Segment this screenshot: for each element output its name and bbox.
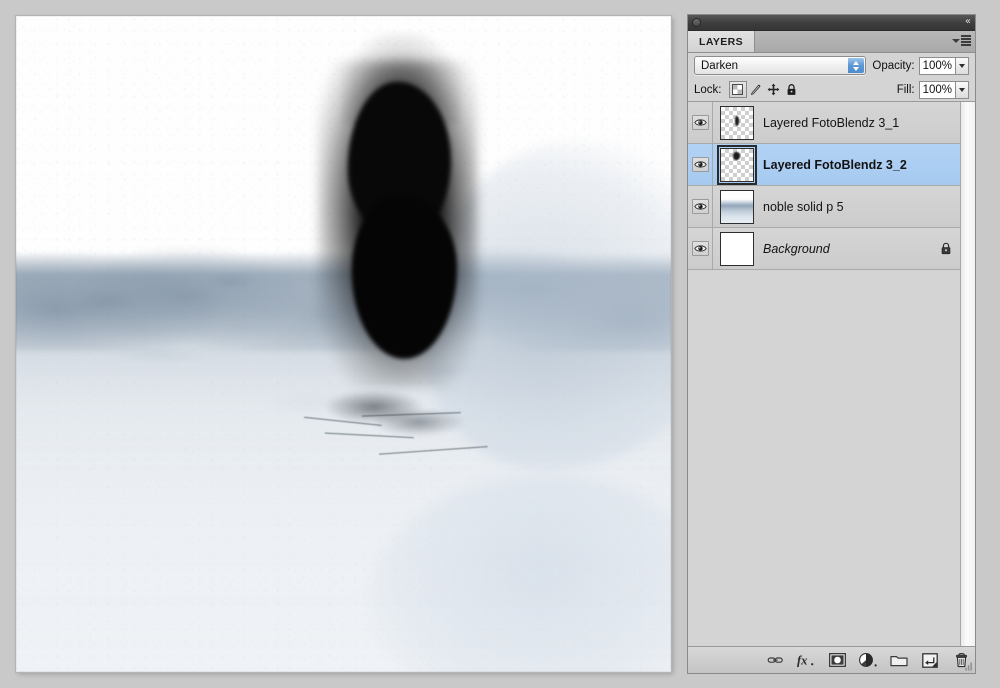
- eye-icon[interactable]: [691, 199, 709, 214]
- add-layer-mask-button[interactable]: [827, 650, 847, 670]
- layer-thumbnail-cell[interactable]: [713, 231, 760, 266]
- blend-mode-value: Darken: [701, 59, 739, 72]
- layers-panel[interactable]: « LAYERS Darken Opacity: 100% Lock: Fill…: [687, 14, 976, 674]
- panel-resize-grip-icon[interactable]: [962, 661, 973, 672]
- eye-icon[interactable]: [691, 115, 709, 130]
- link-layers-button[interactable]: [765, 650, 785, 670]
- tab-layers-label: LAYERS: [699, 35, 744, 48]
- table-row[interactable]: noble solid p 5: [688, 186, 960, 228]
- layer-thumbnail-cell[interactable]: [713, 189, 760, 224]
- panel-tab-row[interactable]: LAYERS: [688, 31, 975, 53]
- new-adjustment-layer-button[interactable]: [858, 650, 878, 670]
- chevron-down-icon: [959, 63, 965, 68]
- blend-mode-stepper-icon[interactable]: [848, 58, 865, 73]
- table-row[interactable]: Layered FotoBlendz 3_2: [688, 144, 960, 186]
- tab-layers[interactable]: LAYERS: [688, 31, 756, 52]
- lock-all-icon[interactable]: [783, 81, 801, 98]
- blend-opacity-row: Darken Opacity: 100%: [688, 53, 975, 78]
- layer-locked-icon: [934, 242, 952, 255]
- fill-input[interactable]: 100%: [918, 80, 955, 99]
- opacity-label: Opacity:: [872, 59, 915, 72]
- layer-visibility-cell[interactable]: [688, 144, 713, 185]
- fill-control[interactable]: 100%: [918, 80, 969, 99]
- layer-thumbnail-cell[interactable]: [713, 144, 760, 185]
- lock-image-pixels-icon[interactable]: [747, 81, 765, 98]
- collapse-panel-icon[interactable]: «: [965, 17, 971, 27]
- layer-name: Background: [763, 241, 830, 256]
- layer-name: Layered FotoBlendz 3_1: [763, 115, 900, 130]
- lock-buttons-group[interactable]: [728, 81, 801, 98]
- layer-name-cell[interactable]: noble solid p 5: [760, 200, 960, 214]
- layer-thumbnail[interactable]: [719, 105, 754, 140]
- fill-label: Fill:: [896, 83, 915, 96]
- layer-visibility-cell[interactable]: [688, 228, 713, 269]
- document-canvas-window[interactable]: [16, 16, 671, 672]
- svg-text:fx: fx: [797, 654, 807, 668]
- thumbnail-ink-blot: [734, 116, 739, 126]
- eye-icon[interactable]: [691, 157, 709, 172]
- chevron-down-icon: [853, 66, 860, 71]
- panel-titlebar[interactable]: «: [688, 15, 975, 31]
- layer-thumbnail[interactable]: [719, 231, 754, 266]
- layer-list-wrapper: Layered FotoBlendz 3_1 Layered FotoBlend…: [688, 101, 975, 646]
- panel-menu-icon[interactable]: [952, 35, 971, 46]
- artwork-image: [16, 16, 671, 672]
- menu-lines-icon: [961, 35, 971, 46]
- new-group-button[interactable]: [889, 650, 909, 670]
- table-row[interactable]: Layered FotoBlendz 3_1: [688, 102, 960, 144]
- table-row[interactable]: Background: [688, 228, 960, 270]
- layer-thumbnail[interactable]: [716, 144, 757, 185]
- layer-style-button[interactable]: fx: [796, 650, 816, 670]
- ink-blot: [304, 32, 488, 458]
- new-layer-button[interactable]: [920, 650, 940, 670]
- layer-thumbnail-cell[interactable]: [713, 105, 760, 140]
- thumbnail-watercolor: [720, 190, 753, 223]
- eye-icon[interactable]: [691, 241, 709, 256]
- layer-visibility-cell[interactable]: [688, 186, 713, 227]
- opacity-control[interactable]: 100%: [918, 56, 969, 75]
- layer-visibility-cell[interactable]: [688, 102, 713, 143]
- layer-list[interactable]: Layered FotoBlendz 3_1 Layered FotoBlend…: [688, 102, 960, 646]
- opacity-input[interactable]: 100%: [918, 56, 955, 75]
- chevron-down-icon: [959, 87, 965, 92]
- chevron-up-icon: [853, 60, 860, 65]
- layer-name: noble solid p 5: [763, 199, 844, 214]
- lock-position-icon[interactable]: [765, 81, 783, 98]
- chevron-down-icon: [952, 38, 960, 43]
- fill-stepper[interactable]: [955, 80, 969, 99]
- layer-thumbnail[interactable]: [719, 189, 754, 224]
- layer-list-empty-area[interactable]: [688, 270, 960, 646]
- layer-name: Layered FotoBlendz 3_2: [763, 157, 907, 172]
- panel-grip-dot-icon[interactable]: [692, 18, 701, 27]
- thumbnail-ink-blot: [733, 151, 740, 160]
- opacity-stepper[interactable]: [955, 56, 969, 75]
- layer-name-cell[interactable]: Background: [760, 242, 960, 256]
- layer-list-scrollbar[interactable]: [960, 102, 975, 646]
- blend-mode-select[interactable]: Darken: [694, 56, 867, 75]
- layer-name-cell[interactable]: Layered FotoBlendz 3_2: [760, 158, 960, 172]
- lock-label: Lock:: [694, 83, 722, 96]
- layer-name-cell[interactable]: Layered FotoBlendz 3_1: [760, 116, 960, 130]
- lock-transparent-pixels-icon[interactable]: [728, 81, 747, 98]
- layers-panel-footer: fx: [688, 646, 975, 673]
- lock-fill-row: Lock: Fill: 100%: [688, 78, 975, 101]
